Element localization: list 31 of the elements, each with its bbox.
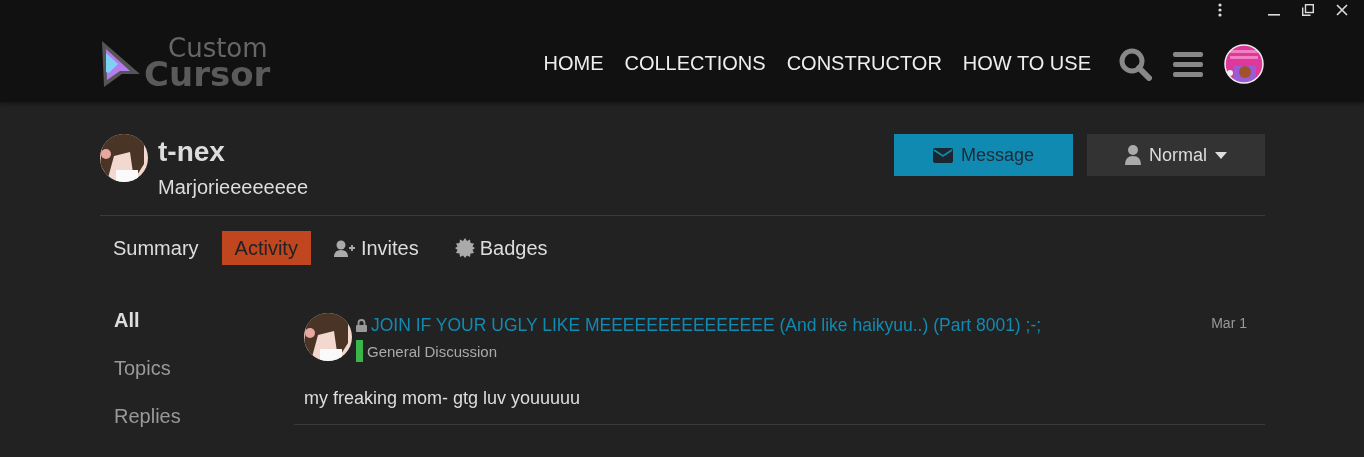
close-icon[interactable] xyxy=(1336,4,1348,16)
logo-text: Custom xyxy=(168,37,268,59)
logo-text: Cursor xyxy=(144,59,271,89)
nav-link[interactable]: HOME xyxy=(543,52,604,75)
category-link[interactable]: General Discussion xyxy=(367,342,498,360)
post-excerpt: my freaking mom- gtg luv youuuuu xyxy=(304,388,582,409)
add-user-icon xyxy=(333,239,356,257)
filter-item[interactable]: Topics xyxy=(114,344,294,392)
post-date: Mar 1 xyxy=(1211,315,1247,331)
menu-icon[interactable] xyxy=(1173,49,1203,78)
tab[interactable]: Invites xyxy=(320,231,432,265)
caret-icon xyxy=(1215,151,1227,159)
filter-item[interactable]: All xyxy=(114,296,294,344)
tab[interactable]: Badges xyxy=(441,231,561,265)
envelope-icon xyxy=(932,147,953,163)
more-icon[interactable] xyxy=(1218,3,1222,17)
message-button[interactable]: Message xyxy=(894,134,1073,176)
search-icon[interactable] xyxy=(1118,46,1152,81)
notification-level-dropdown[interactable]: Normal xyxy=(1087,134,1265,176)
nav-link[interactable]: CONSTRUCTOR xyxy=(786,52,942,75)
person-icon xyxy=(1125,145,1141,165)
restore-icon[interactable] xyxy=(1302,4,1314,16)
badge-icon xyxy=(454,238,475,258)
nav-link[interactable]: HOW TO USE xyxy=(962,52,1091,75)
full-name: Marjorieeeeeeee xyxy=(158,176,309,199)
filter-item[interactable]: Replies xyxy=(114,392,294,440)
cursor-logo-icon xyxy=(100,39,142,89)
tab[interactable]: Summary xyxy=(100,231,212,265)
username: t-nex xyxy=(158,135,226,169)
nav-link[interactable]: COLLECTIONS xyxy=(624,52,766,75)
topic-link[interactable]: JOIN IF YOUR UGLY LIKE MEEEEEEEEEEEEEEE (And like haikyuu..) (Part 8001) ;-; xyxy=(371,315,1042,336)
